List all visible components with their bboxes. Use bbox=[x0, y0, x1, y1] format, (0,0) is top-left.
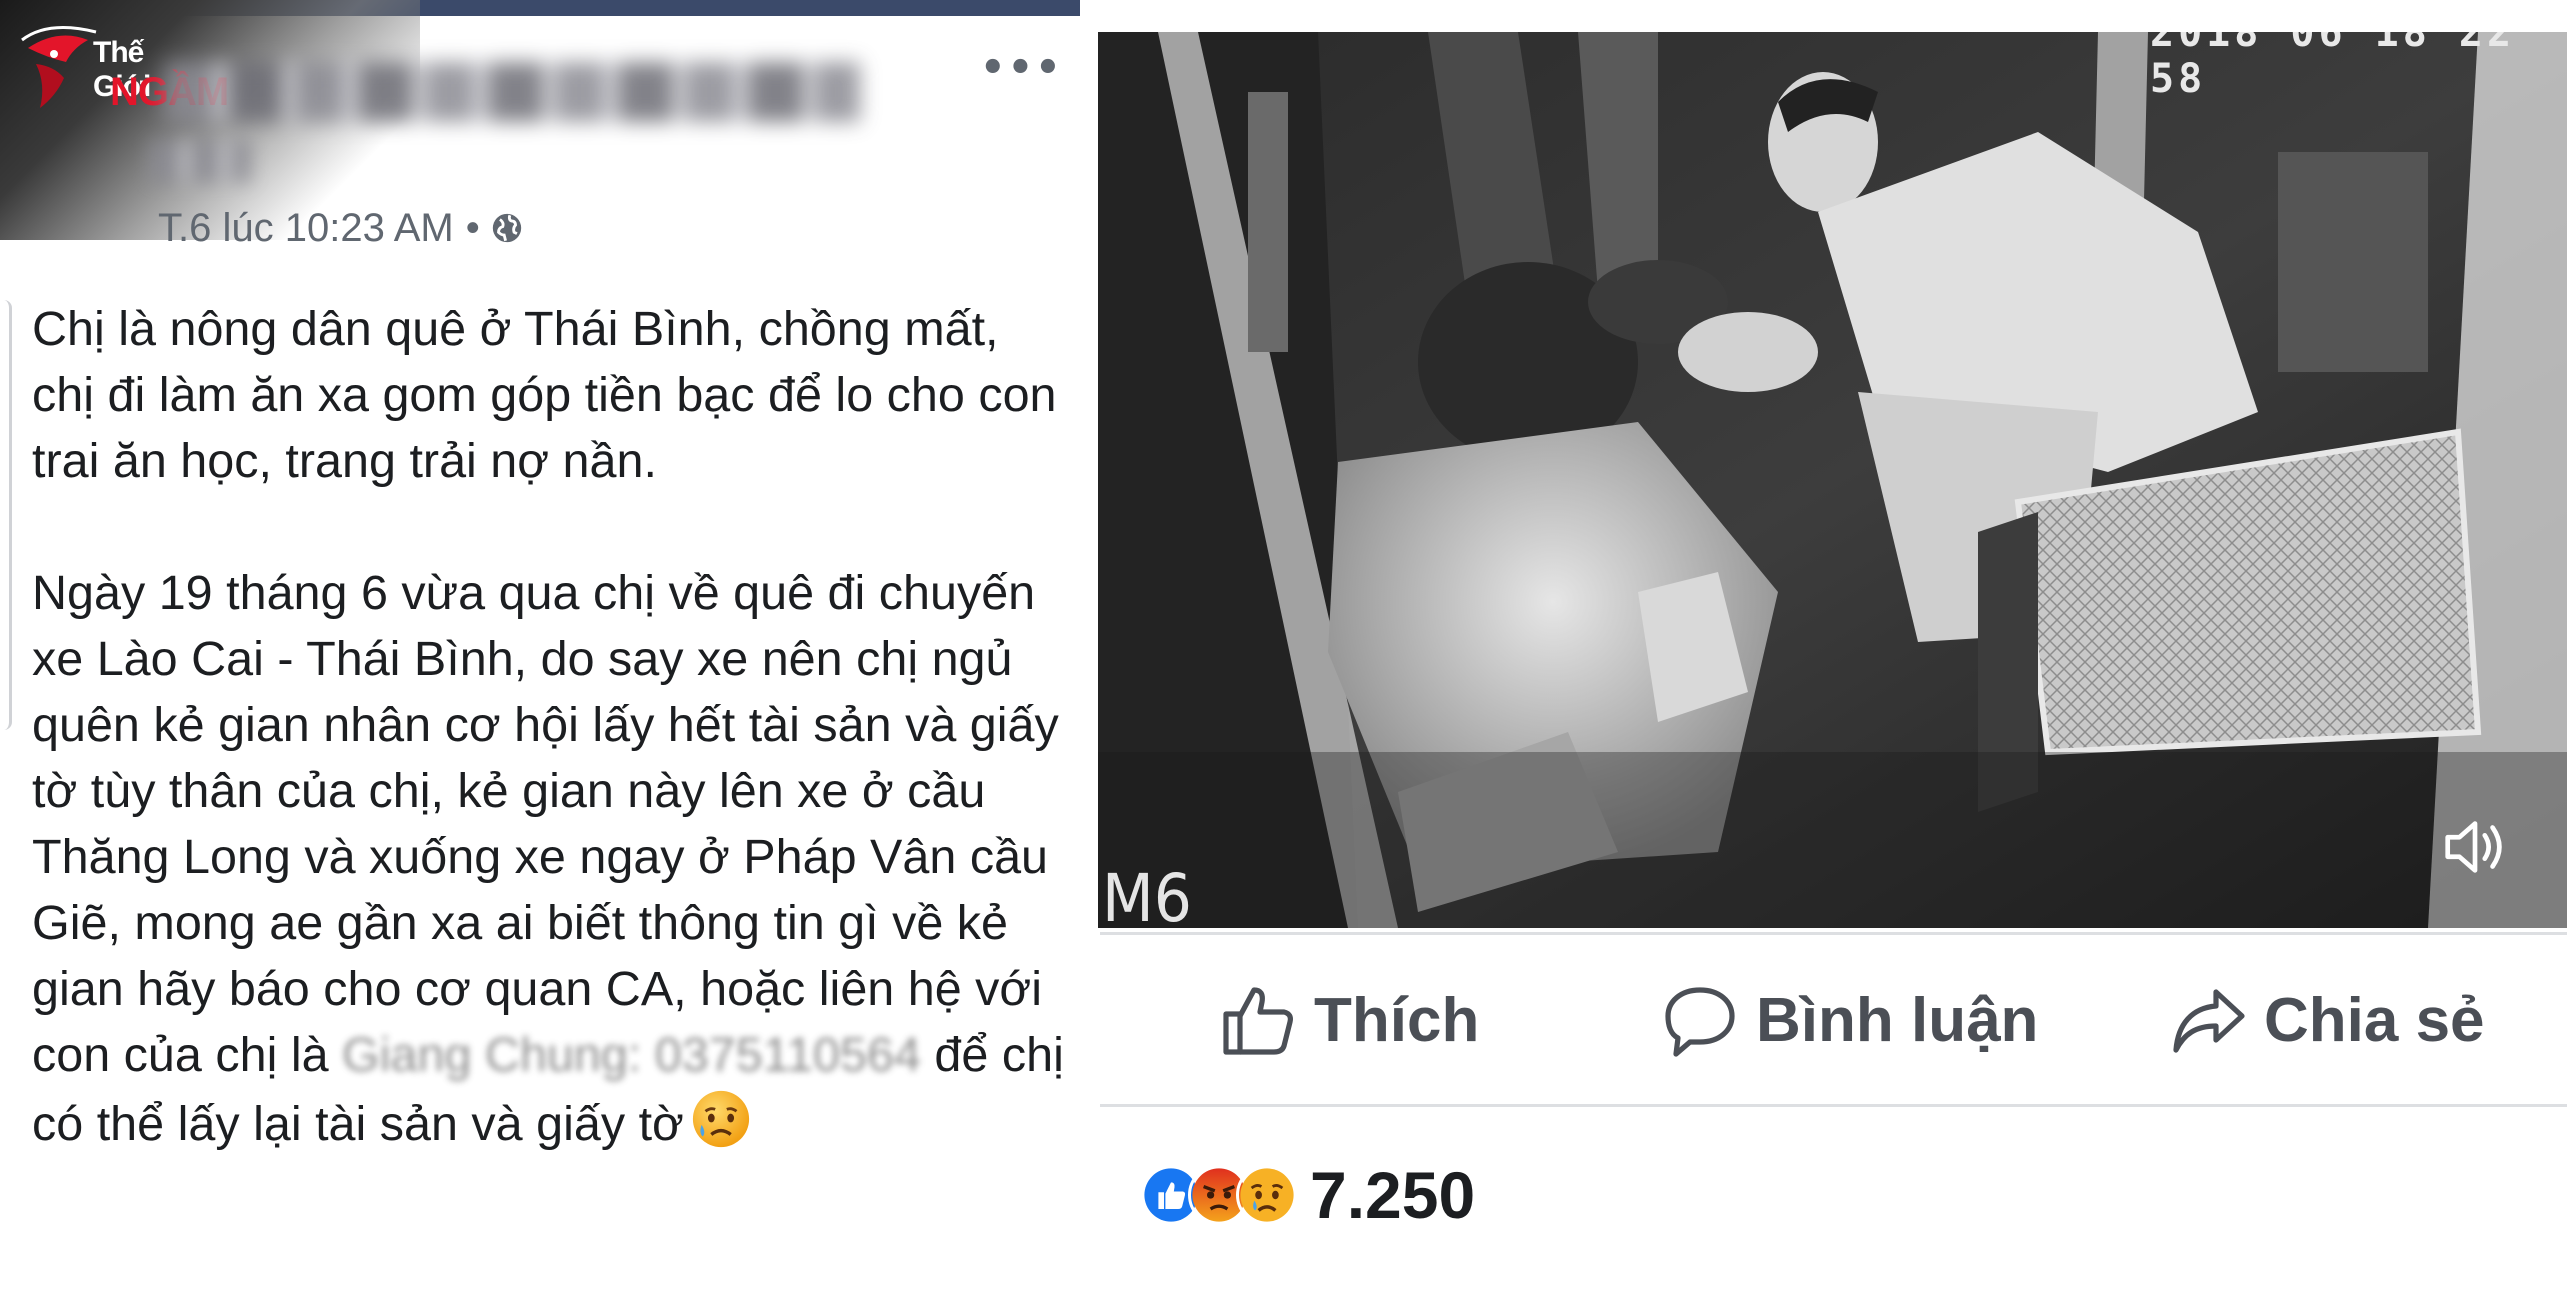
comment-label: Bình luận bbox=[1756, 985, 2039, 1055]
divider bbox=[1100, 932, 2567, 935]
camera-label: M6 bbox=[1102, 860, 1192, 929]
more-options-button[interactable]: ••• bbox=[980, 48, 1061, 88]
meta-separator: • bbox=[465, 205, 480, 250]
share-label: Chia sẻ bbox=[2264, 985, 2485, 1055]
redacted-contact: Giang Chung: 0375110564 bbox=[342, 1028, 921, 1082]
sad-face-emoji bbox=[692, 1090, 749, 1148]
comment-bubble-icon bbox=[1665, 987, 1735, 1057]
left-scroll-edge bbox=[0, 300, 12, 730]
video-player[interactable]: 2018 06 18 22 58 M6 bbox=[1098, 32, 2567, 928]
like-label: Thích bbox=[1314, 985, 1480, 1055]
action-bar: Thích Bình luận Chia sẻ bbox=[1100, 960, 2567, 1080]
like-button[interactable]: Thích bbox=[1218, 960, 1479, 1080]
video-frame-image bbox=[1098, 32, 2567, 928]
reactions-summary[interactable]: 7.250 bbox=[1140, 1157, 1475, 1233]
divider bbox=[1100, 1104, 2567, 1107]
globe-icon[interactable] bbox=[490, 211, 524, 245]
post-paragraph: Ngày 19 tháng 6 vừa qua chị về quê đi ch… bbox=[32, 560, 1072, 1157]
post-meta: T.6 lúc 10:23 AM • bbox=[158, 206, 524, 250]
author-name-redacted[interactable] bbox=[165, 62, 860, 122]
comment-button[interactable]: Bình luận bbox=[1660, 960, 2038, 1080]
post-paragraph: Chị là nông dân quê ở Thái Bình, chồng m… bbox=[32, 302, 1057, 488]
author-name-redacted-line-2[interactable] bbox=[150, 140, 250, 182]
post-text: Ngày 19 tháng 6 vừa qua chị về quê đi ch… bbox=[32, 566, 1059, 1082]
share-button[interactable]: Chia sẻ bbox=[2168, 960, 2485, 1080]
post-text-panel: Thế Giới NGẦM ••• T.6 lúc 10:23 AM • Chị… bbox=[0, 0, 1080, 1316]
watermark-logo: Thế Giới NGẦM bbox=[18, 18, 229, 128]
reaction-count[interactable]: 7.250 bbox=[1310, 1157, 1475, 1233]
share-arrow-icon bbox=[2173, 989, 2245, 1053]
video-post-panel: 2018 06 18 22 58 M6 bbox=[1080, 0, 2567, 1316]
post-body: Chị là nông dân quê ở Thái Bình, chồng m… bbox=[32, 296, 1072, 1157]
thumbs-up-icon bbox=[1223, 987, 1293, 1055]
video-timestamp: 2018 06 18 22 58 bbox=[2150, 32, 2516, 102]
volume-icon[interactable] bbox=[2436, 808, 2514, 886]
sad-reaction-icon bbox=[1236, 1164, 1298, 1226]
post-timestamp[interactable]: T.6 lúc 10:23 AM bbox=[158, 206, 454, 251]
more-options-icon: ••• bbox=[980, 45, 1063, 91]
